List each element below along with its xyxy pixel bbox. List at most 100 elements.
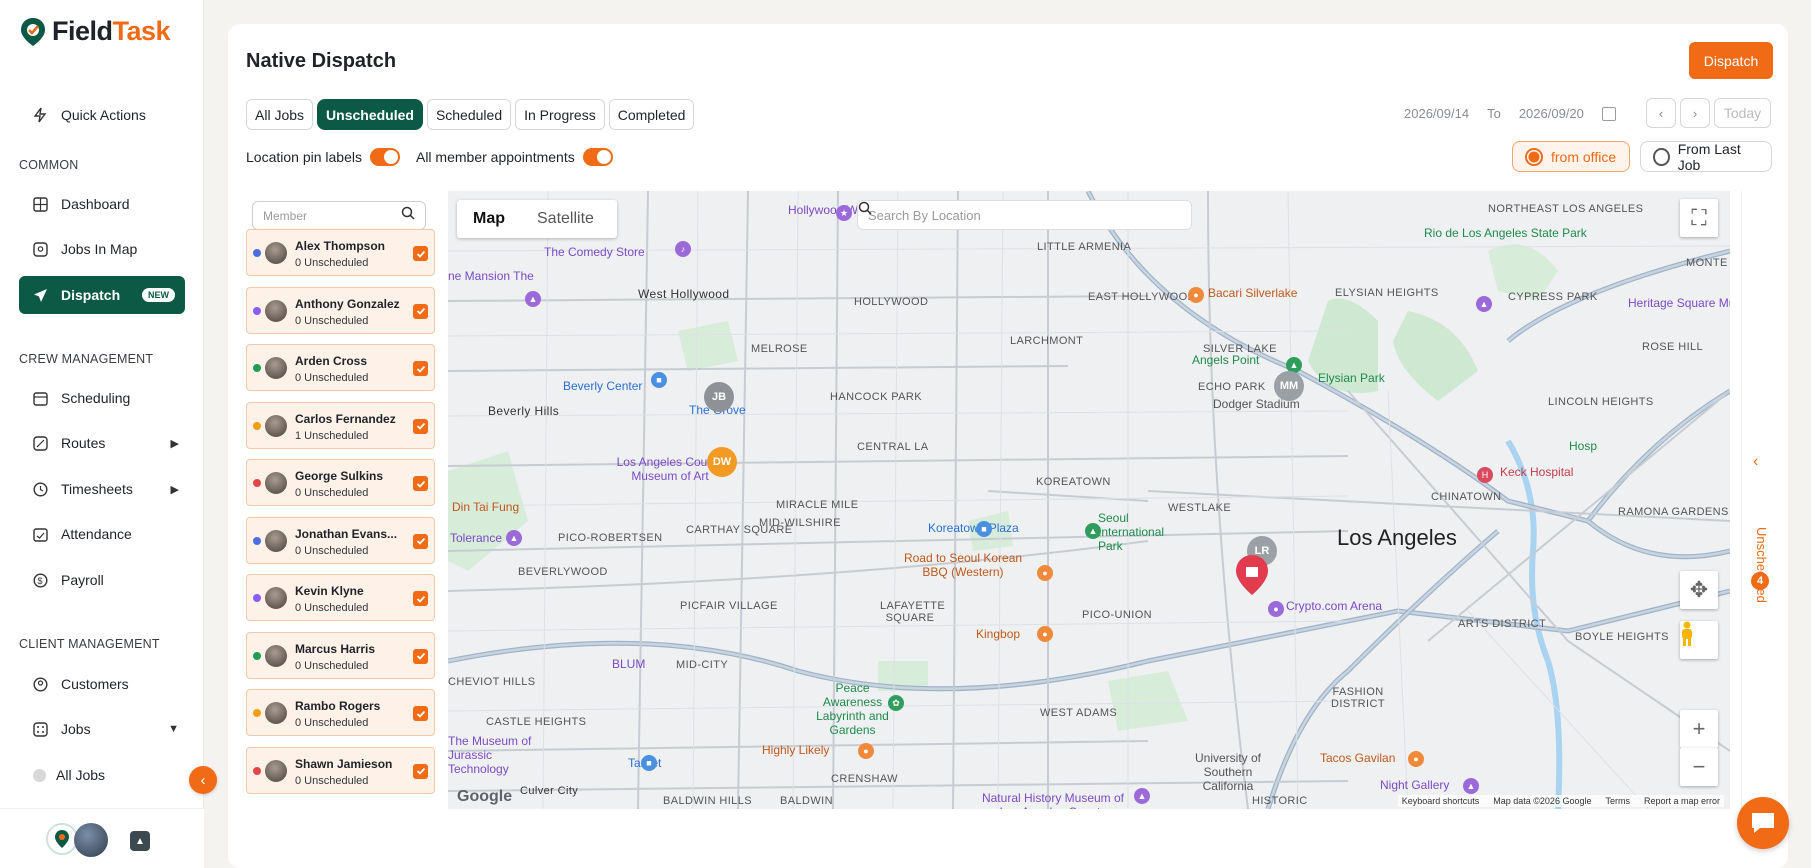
terms-link[interactable]: Terms — [1605, 796, 1630, 806]
unscheduled-rail[interactable]: ‹ Unscheduled 4 — [1741, 191, 1777, 809]
sidebar-item-jobs-in-map[interactable]: Jobs In Map — [19, 231, 185, 267]
tab-completed[interactable]: Completed — [608, 99, 695, 130]
fullscreen-button[interactable]: ⛶ — [1680, 199, 1718, 237]
member-row[interactable]: Shawn Jamieson 0 Unscheduled — [246, 746, 435, 794]
zoom-out-button[interactable]: − — [1680, 748, 1718, 786]
member-row[interactable]: Rambo Rogers 0 Unscheduled — [246, 689, 435, 736]
arena-icon[interactable]: ● — [1268, 601, 1284, 617]
search-icon[interactable] — [401, 206, 415, 225]
hospital-icon[interactable]: H — [1477, 467, 1493, 483]
member-checkbox[interactable] — [413, 706, 428, 721]
member-pin[interactable]: MM — [1274, 371, 1304, 401]
send-icon — [31, 286, 49, 304]
collapse-sidebar-button[interactable]: ‹ — [189, 766, 217, 794]
tab-scheduled[interactable]: Scheduled — [426, 99, 512, 130]
museum-icon[interactable]: ▲ — [506, 530, 522, 546]
sidebar-item-payroll[interactable]: $ Payroll — [19, 562, 185, 598]
from-last-job-option[interactable]: From Last Job — [1640, 141, 1772, 173]
street-view-button[interactable] — [1680, 621, 1718, 659]
garden-icon[interactable]: ✿ — [888, 695, 904, 711]
shopping-icon[interactable]: ■ — [651, 372, 667, 388]
prev-week-button[interactable]: ‹ — [1646, 98, 1676, 128]
attraction-icon[interactable]: ★ — [836, 205, 852, 221]
check-icon — [416, 480, 425, 488]
park-icon[interactable]: ▲ — [1085, 523, 1101, 539]
member-checkbox[interactable] — [413, 533, 428, 549]
sidebar-item-quick-actions[interactable]: Quick Actions — [19, 97, 185, 133]
date-from[interactable]: 2026/09/14 — [1404, 106, 1469, 121]
member-checkbox[interactable] — [413, 763, 428, 779]
member-row[interactable]: Kevin Klyne 0 Unscheduled — [246, 574, 435, 621]
member-pin[interactable]: DW — [707, 447, 737, 477]
expand-user-menu-icon[interactable]: ▲ — [130, 831, 150, 851]
tab-all-jobs[interactable]: All Jobs — [246, 99, 314, 130]
member-row[interactable]: Carlos Fernandez 1 Unscheduled — [246, 401, 435, 449]
location-search[interactable] — [857, 200, 1192, 230]
restaurant-icon[interactable]: ● — [1188, 287, 1204, 303]
member-checkbox[interactable] — [413, 361, 428, 376]
tab-in-progress[interactable]: In Progress — [515, 99, 605, 130]
member-checkbox[interactable] — [413, 303, 428, 319]
chevron-right-icon[interactable]: ▶ — [171, 437, 179, 450]
user-avatar[interactable] — [74, 823, 108, 857]
member-row[interactable]: Arden Cross 0 Unscheduled — [246, 344, 435, 391]
map-label: Night Gallery — [1380, 778, 1450, 792]
map-type-map[interactable]: Map — [457, 210, 521, 228]
member-row[interactable]: Anthony Gonzalez 0 Unscheduled — [246, 286, 435, 334]
sidebar-item-dashboard[interactable]: Dashboard — [19, 186, 185, 222]
shopping-icon[interactable]: ■ — [976, 521, 992, 537]
keyboard-shortcuts-link[interactable]: Keyboard shortcuts — [1402, 796, 1480, 806]
sidebar-item-timesheets[interactable]: Timesheets ▶ — [19, 471, 185, 507]
report-error-link[interactable]: Report a map error — [1644, 796, 1720, 806]
member-search[interactable] — [252, 201, 426, 230]
calendar-icon[interactable] — [1601, 106, 1616, 121]
member-checkbox[interactable] — [413, 591, 428, 606]
brand-logo[interactable]: FieldTask — [20, 16, 171, 47]
location-search-input[interactable] — [868, 207, 1158, 223]
map-type-satellite[interactable]: Satellite — [521, 210, 610, 228]
from-office-label: from office — [1551, 148, 1617, 165]
tab-unscheduled[interactable]: Unscheduled — [317, 99, 423, 130]
member-checkbox[interactable] — [413, 418, 428, 434]
museum-icon[interactable]: ▲ — [525, 291, 541, 307]
sidebar-item-customers[interactable]: Customers — [19, 666, 185, 702]
next-week-button[interactable]: › — [1680, 98, 1710, 128]
member-checkbox[interactable] — [413, 246, 428, 261]
member-row[interactable]: Marcus Harris 0 Unscheduled — [246, 631, 435, 679]
member-checkbox[interactable] — [413, 648, 428, 664]
sidebar-subitem-all-jobs[interactable]: All Jobs — [33, 767, 105, 783]
chevron-right-icon[interactable]: ▶ — [171, 483, 179, 496]
today-button[interactable]: Today — [1714, 98, 1771, 128]
museum-icon[interactable]: ▲ — [1476, 296, 1492, 312]
map-view[interactable]: Hollywood Walk of Fame The Comedy Store … — [448, 191, 1730, 809]
sidebar-item-scheduling[interactable]: Scheduling — [19, 380, 185, 416]
date-range-picker[interactable]: 2026/09/14 To 2026/09/20 — [1404, 106, 1616, 121]
sidebar-item-dispatch[interactable]: Dispatch NEW — [19, 276, 185, 314]
restaurant-icon[interactable]: ● — [1037, 626, 1053, 642]
theater-icon[interactable]: ♪ — [675, 241, 691, 257]
restaurant-icon[interactable]: ● — [1408, 751, 1424, 767]
sidebar-item-attendance[interactable]: Attendance — [19, 516, 185, 552]
sidebar-item-jobs[interactable]: Jobs ▼ — [19, 711, 185, 747]
dispatch-button[interactable]: Dispatch — [1689, 42, 1773, 79]
chat-button[interactable] — [1737, 797, 1789, 849]
sidebar-item-routes[interactable]: Routes ▶ — [19, 425, 185, 461]
date-to[interactable]: 2026/09/20 — [1519, 106, 1584, 121]
from-office-option[interactable]: from office — [1512, 141, 1630, 172]
member-pin[interactable]: JB — [704, 382, 734, 412]
restaurant-icon[interactable]: ● — [858, 743, 874, 759]
member-row[interactable]: Jonathan Evans... 0 Unscheduled — [246, 516, 435, 564]
member-checkbox[interactable] — [413, 476, 428, 491]
pin-labels-toggle[interactable] — [369, 148, 400, 166]
shopping-icon[interactable]: ■ — [641, 755, 657, 771]
restaurant-icon[interactable]: ● — [1037, 565, 1053, 581]
member-row[interactable]: George Sulkins 0 Unscheduled — [246, 459, 435, 506]
member-row[interactable]: Alex Thompson 0 Unscheduled — [246, 229, 435, 276]
job-location-pin-icon[interactable] — [1235, 554, 1269, 596]
camera-control-button[interactable]: ✥ — [1680, 571, 1718, 609]
chevron-left-icon[interactable]: ‹ — [1753, 453, 1758, 471]
member-appointments-toggle[interactable] — [582, 148, 613, 166]
member-search-input[interactable] — [263, 208, 383, 223]
chevron-down-icon[interactable]: ▼ — [168, 723, 179, 735]
zoom-in-button[interactable]: + — [1680, 710, 1718, 748]
